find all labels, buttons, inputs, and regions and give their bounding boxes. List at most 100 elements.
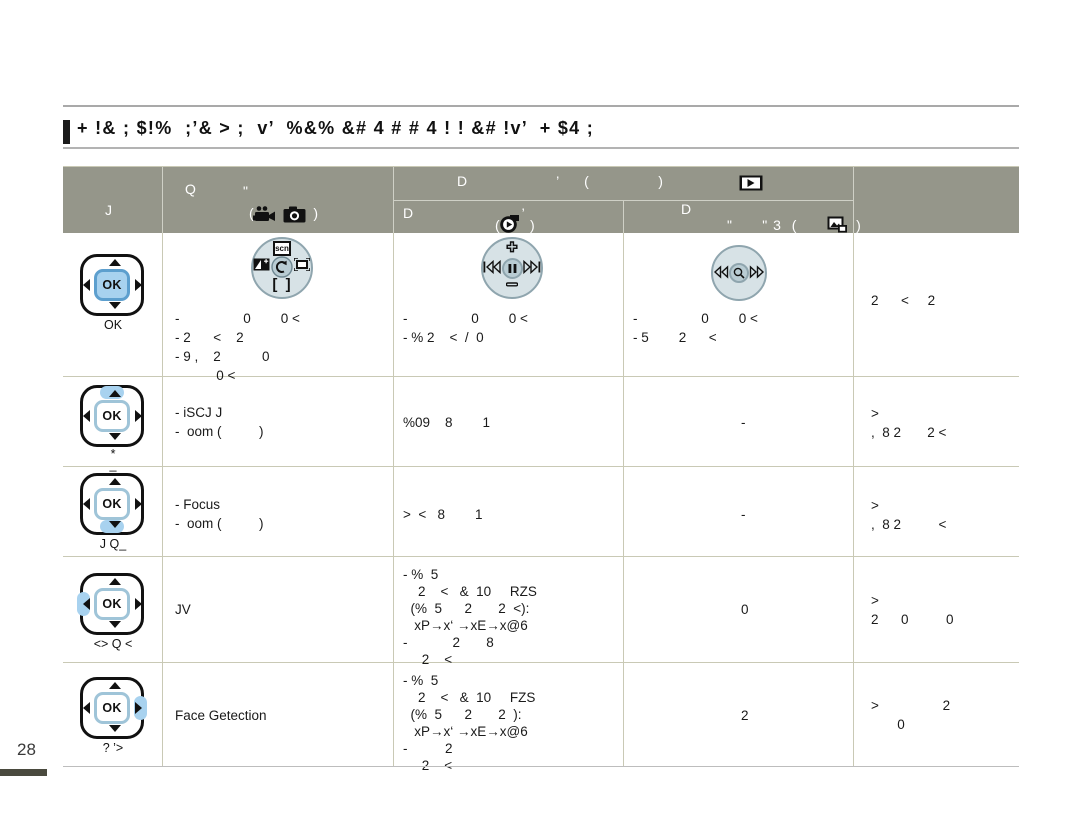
dpad-right-arrow-icon [135, 410, 142, 422]
cell-text: JV [175, 602, 191, 617]
rewind-icon [713, 265, 729, 279]
dpad-ok-center[interactable]: OK [94, 692, 130, 724]
dpad-down-arrow-icon [109, 725, 121, 732]
row-divider-3 [623, 557, 624, 662]
section-heading-underline [63, 147, 1019, 149]
dpad-down-button[interactable]: OK J Q_ [76, 473, 150, 551]
dpad-left-arrow-icon [83, 702, 90, 714]
cell-text: - 0 0 < - % 2 < / 0 [403, 311, 528, 345]
photo-playback-control-pad[interactable] [711, 245, 767, 301]
table-header-row: J Q " ( ) D ’ () D ’ () D " " 3 () [63, 167, 1019, 233]
dpad-right-arrow-icon [135, 702, 142, 714]
cell-text: 2 [741, 708, 749, 723]
cell-text: > , 8 2 2 < [871, 406, 947, 440]
video-camera-icon [253, 206, 279, 228]
dpad-right-arrow-icon [135, 598, 142, 610]
top-rule [63, 105, 1019, 107]
fast-forward-icon [749, 265, 765, 279]
dpad-down-arrow-icon [109, 433, 121, 440]
section-heading-marker [63, 120, 70, 144]
cell-text: Face Getection [175, 708, 267, 723]
scn-icon: scn [273, 241, 291, 256]
header-recording-mark: " [243, 183, 249, 199]
cell-text: - 0 0 < - 2 < 2 - 9 , 2 0 0 < [175, 311, 300, 383]
dpad-left-button[interactable]: OK <> Q < [76, 573, 150, 651]
header-playback-label: D ’ ( ) [457, 173, 664, 189]
cell-text: - Focus - oom ( ) [175, 497, 264, 531]
dpad-caption: ? ’> [102, 741, 124, 755]
volume-down-icon [506, 281, 518, 288]
cell-text: - [741, 507, 746, 522]
row-divider-3 [623, 233, 624, 376]
row-divider-4 [853, 467, 854, 556]
row-divider-2 [393, 557, 394, 662]
cell-text: > 2 0 [871, 698, 951, 732]
section-heading: + !& ; $!% ;’& > ; v’ %&% &# 4 # # 4 ! !… [63, 118, 1023, 149]
page-number: 28 [17, 740, 36, 759]
cell-text: - [741, 415, 746, 430]
dpad-down-arrow-icon [109, 621, 121, 628]
header-photo-playback-label: D [681, 201, 693, 217]
row-divider-4 [853, 233, 854, 376]
dpad-right-arrow-icon [135, 279, 142, 291]
table-row[interactable]: OK OK scn [ ] - 0 0 < - 2 < 2 - 9 , 2 0 … [63, 233, 1019, 383]
page-number-bar [0, 769, 47, 776]
row-divider-3 [623, 377, 624, 466]
anti-shake-icon [294, 258, 310, 271]
cell-text: 0 [741, 602, 749, 617]
dpad-caption: <> Q < [93, 637, 133, 651]
row-divider-2 [393, 663, 394, 766]
table-row[interactable]: OK <> Q < JV - % 5 2 < & 10 RZS (% 5 2 2… [63, 557, 1019, 667]
dpad-up-arrow-icon [109, 682, 121, 689]
play-icon [739, 175, 763, 196]
dpad-ok-center[interactable]: OK [94, 269, 130, 301]
cell-text: 2 < 2 [871, 293, 936, 308]
recording-control-pad[interactable]: scn [ ] [251, 237, 313, 299]
dpad-ok-button[interactable]: OK OK [76, 254, 150, 332]
magnify-icon[interactable] [729, 263, 749, 283]
video-playback-control-pad[interactable] [481, 237, 543, 299]
dpad-caption: OK [103, 318, 123, 332]
cell-text: > 2 0 0 [871, 593, 954, 627]
dpad-ok-center[interactable]: OK [94, 488, 130, 520]
cell-text: - % 5 2 < & 10 RZS (% 5 2 2 <): xP→x‘ →x… [403, 567, 537, 667]
dpad-right-button[interactable]: OK ? ’> [76, 677, 150, 755]
row-divider-4 [853, 377, 854, 466]
row-divider-1 [162, 377, 163, 466]
photo-camera-icon [283, 206, 306, 228]
dpad-left-arrow-icon [83, 279, 90, 291]
row-divider-2 [393, 377, 394, 466]
dpad-down-arrow-icon [109, 302, 121, 309]
dpad-right-arrow-icon [135, 498, 142, 510]
bottom-rule [63, 766, 1019, 767]
dpad-ok-center[interactable]: OK [94, 588, 130, 620]
dpad-up-arrow-icon [109, 478, 121, 485]
row-divider-3 [623, 467, 624, 556]
dpad-left-arrow-icon [83, 598, 90, 610]
cell-text: - 0 0 < - 5 2 < [633, 311, 758, 345]
skip-next-icon [523, 260, 541, 274]
row-divider-1 [162, 233, 163, 376]
header-divider-4 [623, 200, 624, 233]
dpad-down-arrow-icon [109, 521, 121, 528]
pause-icon[interactable] [502, 258, 523, 279]
dpad-up-button[interactable]: OK * _ [76, 385, 150, 471]
row-divider-2 [393, 467, 394, 556]
header-button-label: J [105, 202, 113, 218]
table-row[interactable]: OK J Q_ - Focus - oom ( ) > < 8 1 - > , … [63, 467, 1019, 557]
row-divider-1 [162, 467, 163, 556]
exposure-icon [253, 258, 270, 271]
dpad-left-arrow-icon [83, 498, 90, 510]
cell-text: %09 8 1 [403, 415, 491, 430]
cell-text: - iSCJ J - oom ( ) [175, 405, 264, 439]
row-divider-4 [853, 557, 854, 662]
button-function-table: J Q " ( ) D ’ () D ’ () D " " 3 () OK… [63, 166, 1019, 773]
row-divider-2 [393, 233, 394, 376]
focus-brackets-icon: [ ] [272, 275, 293, 293]
table-row[interactable]: OK * _ - iSCJ J - oom ( ) %09 8 1 - > , … [63, 377, 1019, 471]
table-row[interactable]: OK ? ’> Face Getection - % 5 2 < & 10 FZ… [63, 663, 1019, 773]
dpad-ok-center[interactable]: OK [94, 400, 130, 432]
dpad-caption: J Q_ [99, 537, 127, 551]
row-divider-1 [162, 557, 163, 662]
cell-text: > , 8 2 < [871, 498, 947, 532]
